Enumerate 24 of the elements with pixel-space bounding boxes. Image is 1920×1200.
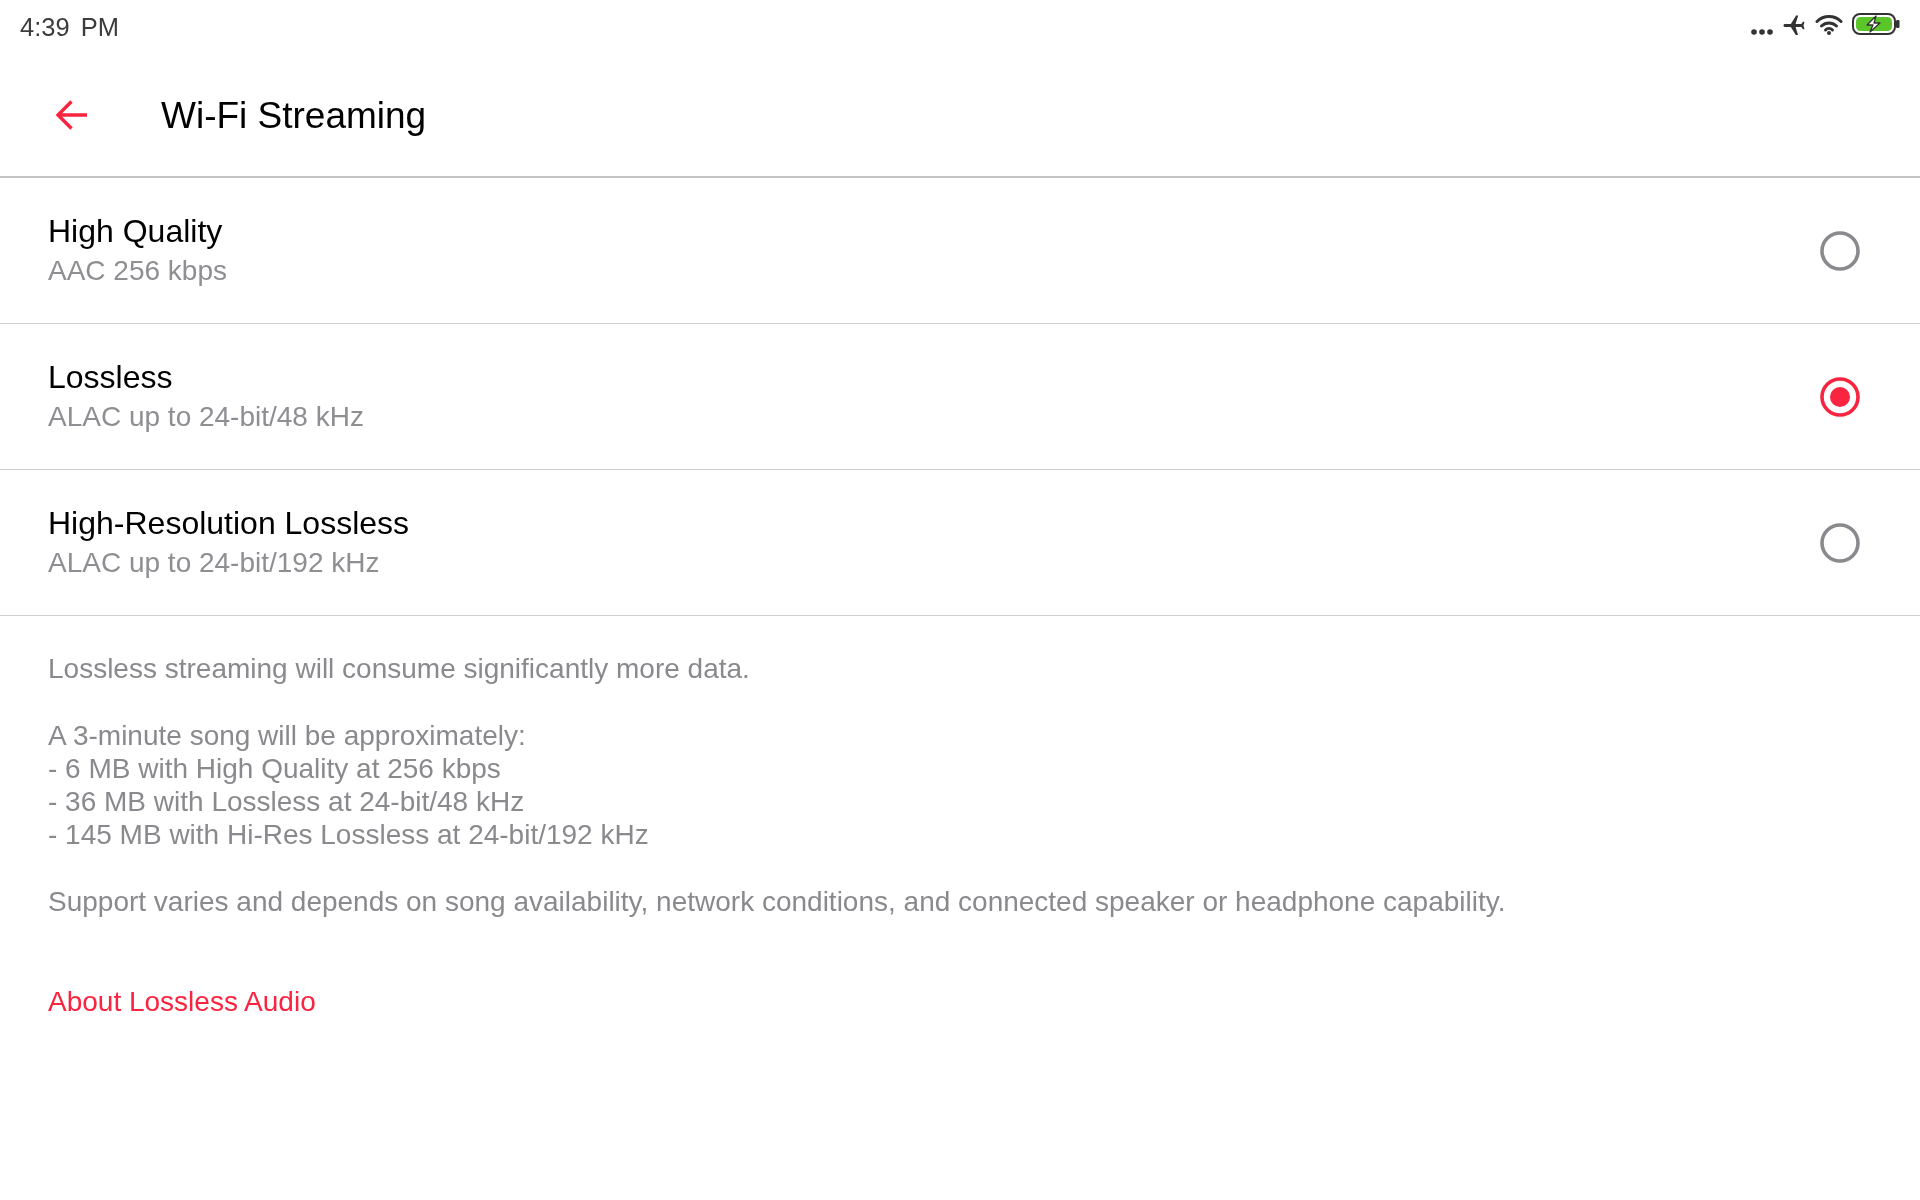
option-subtitle: ALAC up to 24-bit/192 kHz xyxy=(48,546,380,580)
option-title: High-Resolution Lossless xyxy=(48,505,410,542)
option-title: High Quality xyxy=(48,213,223,250)
radio-button[interactable] xyxy=(1820,522,1860,563)
option-subtitle: ALAC up to 24-bit/48 kHz xyxy=(48,400,364,434)
battery-charging-icon xyxy=(1852,13,1900,35)
data-usage-note: Lossless streaming will consume significantly more data. xyxy=(48,652,750,685)
airplane-icon xyxy=(1782,15,1806,35)
option-subtitle: AAC 256 kbps xyxy=(48,254,227,288)
about-lossless-link[interactable]: About Lossless Audio xyxy=(48,985,316,1018)
radio-button[interactable] xyxy=(1820,376,1860,417)
size-estimate-intro: A 3-minute song will be approximately: xyxy=(48,719,526,752)
page-title: Wi-Fi Streaming xyxy=(161,94,427,138)
support-note: Support varies and depends on song availability, network conditions, and connected speaker or headphone capability. xyxy=(48,885,1506,918)
radio-button[interactable] xyxy=(1820,230,1860,271)
back-arrow-icon xyxy=(55,99,88,131)
more-dots-icon xyxy=(1751,29,1773,35)
wifi-icon xyxy=(1815,14,1843,35)
size-estimate-line: - 145 MB with Hi-Res Lossless at 24-bit/192 kHz xyxy=(48,818,649,851)
status-time: 4:39 PM xyxy=(20,12,119,42)
option-title: Lossless xyxy=(48,359,173,396)
size-estimate-line: - 36 MB with Lossless at 24-bit/48 kHz xyxy=(48,785,525,818)
size-estimate-line: - 6 MB with High Quality at 256 kbps xyxy=(48,752,501,785)
back-button[interactable] xyxy=(55,99,88,131)
